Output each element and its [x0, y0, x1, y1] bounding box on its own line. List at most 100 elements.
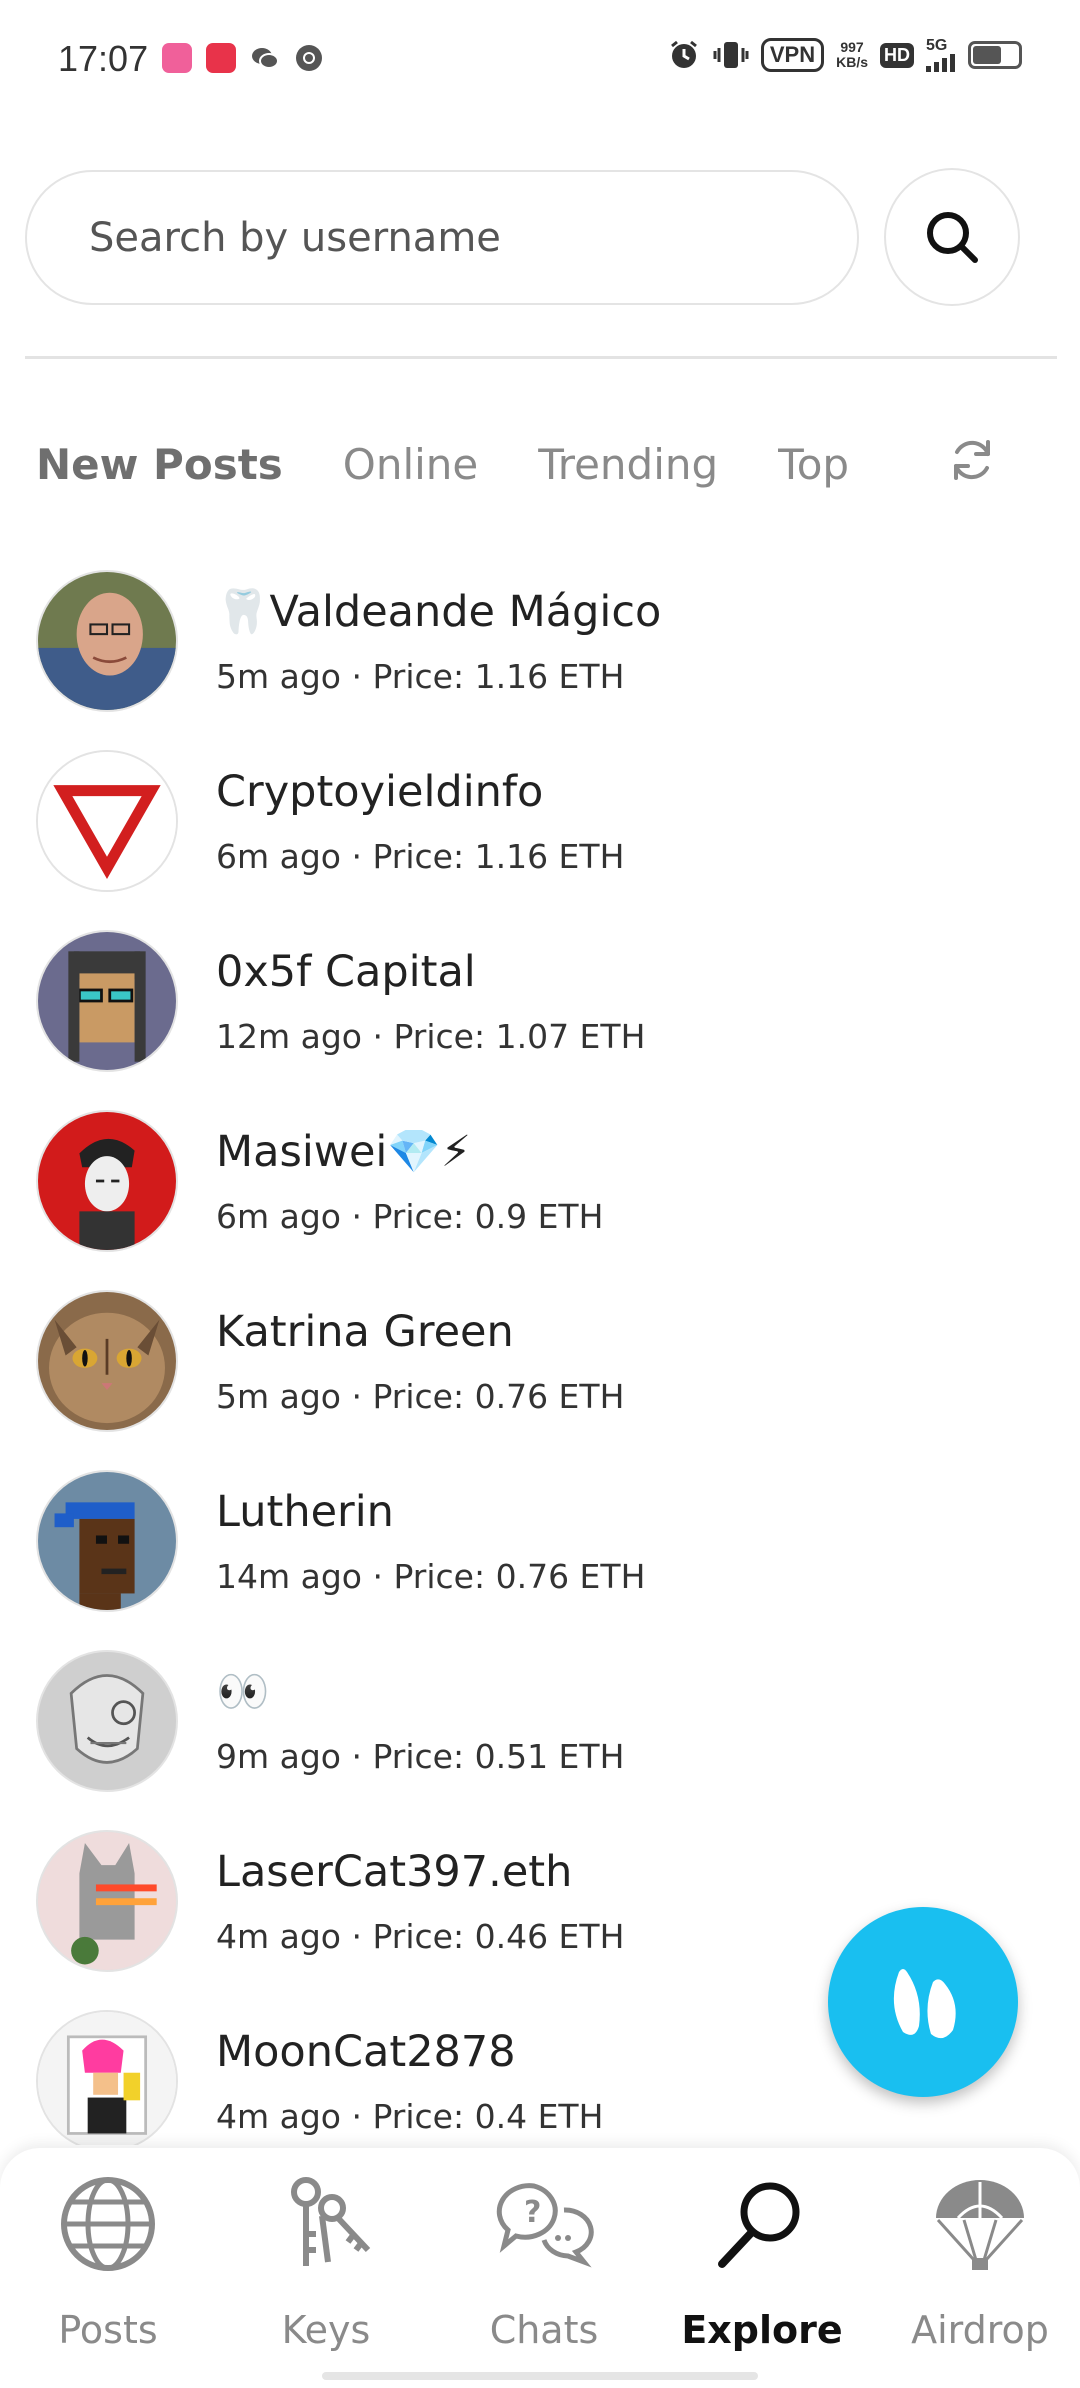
meta-separator: · — [341, 657, 373, 696]
avatar[interactable] — [36, 1650, 178, 1792]
nav-label: Posts — [58, 2308, 158, 2352]
vibrate-icon — [713, 42, 749, 68]
chrome-icon — [294, 43, 324, 73]
post-author-name: Lutherin — [216, 1487, 394, 1537]
post-price: Price: 1.16 ETH — [372, 657, 625, 696]
svg-text:?: ? — [524, 2195, 541, 2230]
nav-keys[interactable]: Keys — [226, 2168, 426, 2352]
post-time: 6m ago — [216, 837, 341, 876]
meta-separator: · — [341, 1377, 373, 1416]
post-row[interactable]: Lutherin 14m ago · Price: 0.76 ETH — [0, 1465, 1080, 1647]
post-meta: 12m ago · Price: 1.07 ETH — [216, 1017, 645, 1056]
avatar[interactable] — [36, 1110, 178, 1252]
post-time: 4m ago — [216, 2097, 341, 2136]
post-author-name: Masiwei💎⚡ — [216, 1127, 472, 1177]
post-time: 12m ago — [216, 1017, 362, 1056]
post-row[interactable]: 🦷Valdeande Mágico 5m ago · Price: 1.16 E… — [0, 565, 1080, 747]
post-author-name: 🦷Valdeande Mágico — [216, 587, 662, 637]
post-meta: 6m ago · Price: 0.9 ETH — [216, 1197, 603, 1236]
post-price: Price: 0.4 ETH — [372, 2097, 604, 2136]
nav-label: Airdrop — [911, 2308, 1049, 2352]
post-time: 6m ago — [216, 1197, 341, 1236]
vpn-badge: VPN — [760, 38, 825, 72]
post-author-name: 👀 — [216, 1667, 270, 1717]
post-row[interactable]: 👀 9m ago · Price: 0.51 ETH — [0, 1645, 1080, 1827]
search-button[interactable] — [884, 168, 1020, 306]
tab-new-posts[interactable]: New Posts — [36, 440, 283, 489]
tab-top[interactable]: Top — [778, 440, 849, 489]
parachute-icon — [936, 2180, 1024, 2270]
post-price: Price: 0.76 ETH — [372, 1377, 625, 1416]
nav-posts[interactable]: Posts — [8, 2168, 208, 2352]
refresh-button[interactable] — [944, 432, 1000, 488]
avatar[interactable] — [36, 2010, 178, 2145]
keys-icon — [291, 2177, 371, 2266]
network-type: 5G — [926, 37, 948, 54]
meta-separator: · — [341, 2097, 373, 2136]
avatar[interactable] — [36, 1830, 178, 1972]
nav-airdrop[interactable]: Airdrop — [880, 2168, 1080, 2352]
status-indicators: VPN 997 KB/s HD 5G — [667, 38, 1022, 72]
post-meta: 4m ago · Price: 0.46 ETH — [216, 1917, 624, 1956]
meta-separator: · — [341, 837, 373, 876]
avatar[interactable] — [36, 1470, 178, 1612]
post-price: Price: 0.76 ETH — [393, 1557, 646, 1596]
bunny-ears-logo-icon — [893, 1969, 956, 2039]
post-time: 4m ago — [216, 1917, 341, 1956]
search-icon — [927, 212, 978, 263]
search-input[interactable] — [25, 170, 859, 305]
post-meta: 5m ago · Price: 0.76 ETH — [216, 1377, 624, 1416]
nav-label: Explore — [681, 2308, 843, 2352]
meta-separator: · — [341, 1917, 373, 1956]
post-row[interactable]: Cryptoyieldinfo 6m ago · Price: 1.16 ETH — [0, 745, 1080, 927]
globe-icon — [61, 2177, 155, 2271]
tab-online[interactable]: Online — [343, 440, 478, 489]
avatar[interactable] — [36, 570, 178, 712]
post-meta: 5m ago · Price: 1.16 ETH — [216, 657, 624, 696]
post-meta: 14m ago · Price: 0.76 ETH — [216, 1557, 645, 1596]
post-row[interactable]: Katrina Green 5m ago · Price: 0.76 ETH — [0, 1285, 1080, 1467]
nav-label: Keys — [281, 2308, 371, 2352]
nav-chats[interactable]: ? Chats — [444, 2168, 644, 2352]
meta-separator: · — [341, 1197, 373, 1236]
network-speed-value: 997 — [840, 39, 864, 55]
post-meta: 6m ago · Price: 1.16 ETH — [216, 837, 624, 876]
notification-icons — [162, 43, 324, 73]
battery-icon — [968, 41, 1022, 69]
post-price: Price: 0.9 ETH — [372, 1197, 604, 1236]
magnifier-icon — [718, 2182, 800, 2268]
post-price: Price: 0.51 ETH — [372, 1737, 625, 1776]
compose-fab-button[interactable] — [828, 1907, 1018, 2097]
xiaohongshu-app-icon — [206, 43, 236, 73]
refresh-icon — [954, 440, 990, 480]
status-bar: 17:07 VPN 997 KB/s HD 5G — [0, 0, 1080, 110]
nav-explore[interactable]: Explore — [662, 2168, 862, 2352]
avatar[interactable] — [36, 750, 178, 892]
meta-separator: · — [341, 1737, 373, 1776]
post-price: Price: 0.46 ETH — [372, 1917, 625, 1956]
signal-indicator: 5G — [926, 38, 956, 72]
battery-fill — [973, 46, 1002, 64]
post-time: 5m ago — [216, 657, 341, 696]
post-row[interactable]: 0x5f Capital 12m ago · Price: 1.07 ETH — [0, 925, 1080, 1107]
search-divider — [25, 356, 1057, 359]
post-row[interactable]: Masiwei💎⚡ 6m ago · Price: 0.9 ETH — [0, 1105, 1080, 1287]
hd-badge: HD — [880, 42, 914, 68]
avatar[interactable] — [36, 930, 178, 1072]
post-price: Price: 1.16 ETH — [372, 837, 625, 876]
status-time: 17:07 — [58, 38, 149, 79]
home-indicator[interactable] — [322, 2372, 758, 2380]
wechat-icon — [250, 43, 280, 73]
lofter-app-icon — [162, 43, 192, 73]
post-meta: 9m ago · Price: 0.51 ETH — [216, 1737, 624, 1776]
tab-trending[interactable]: Trending — [538, 440, 718, 489]
alarm-icon — [670, 40, 697, 68]
post-meta: 4m ago · Price: 0.4 ETH — [216, 2097, 603, 2136]
meta-separator: · — [362, 1017, 394, 1056]
meta-separator: · — [362, 1557, 394, 1596]
post-author-name: 0x5f Capital — [216, 947, 476, 997]
avatar[interactable] — [36, 1290, 178, 1432]
network-speed: 997 KB/s — [836, 40, 868, 70]
chat-bubbles-icon: ? — [496, 2183, 594, 2268]
nav-label: Chats — [489, 2308, 599, 2352]
